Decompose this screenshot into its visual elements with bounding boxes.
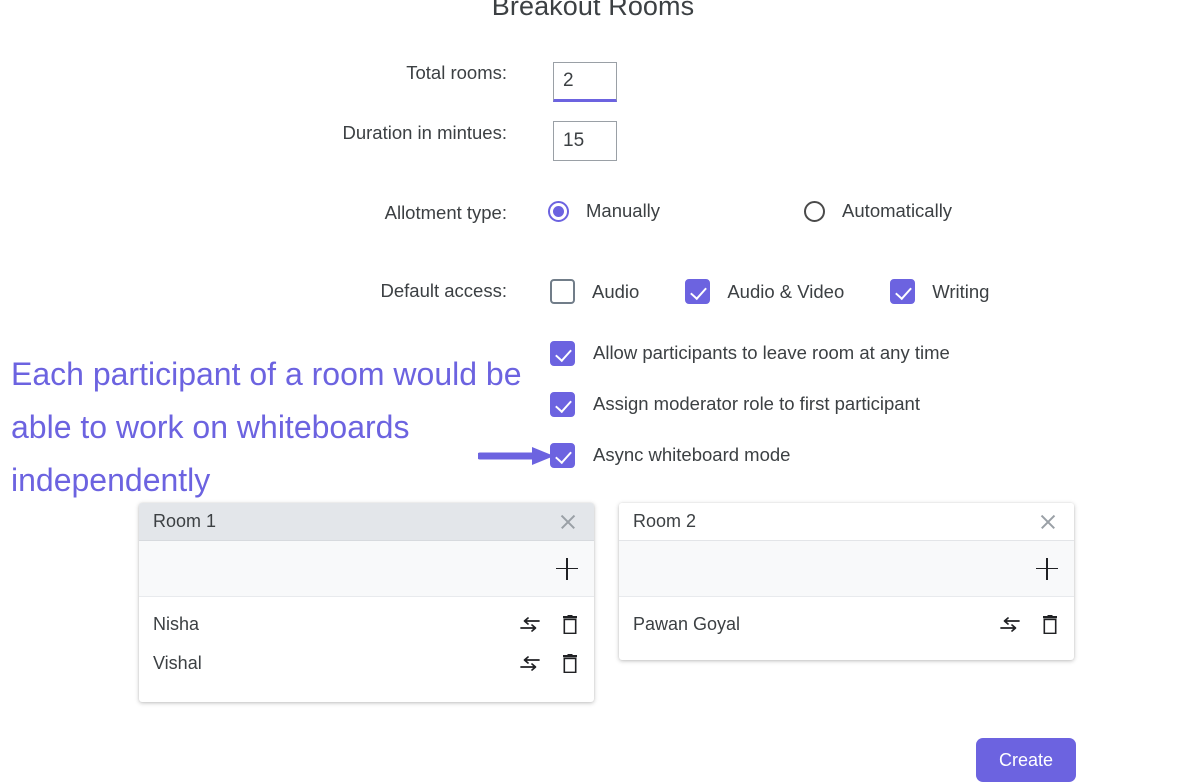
room-add-bar [139, 541, 594, 597]
option-allow-leave[interactable]: Allow participants to leave room at any … [550, 340, 950, 366]
option-assign-moderator-label: Assign moderator role to first participa… [593, 393, 920, 414]
page-title: Breakout Rooms [491, 0, 695, 21]
allotment-type-options: Manually Automatically [548, 200, 952, 222]
swap-icon[interactable] [520, 655, 540, 672]
radio-automatically[interactable]: Automatically [804, 200, 952, 222]
participant-actions [520, 654, 578, 673]
list-item: Pawan Goyal [619, 605, 1074, 644]
annotation-text: Each participant of a room would be able… [11, 356, 522, 498]
checkbox-audio-video-label: Audio & Video [727, 280, 845, 302]
room-options-list: Allow participants to leave room at any … [550, 340, 950, 493]
duration-label: Duration in mintues: [342, 122, 507, 143]
checkbox-writing-label: Writing [932, 280, 990, 302]
option-allow-leave-label: Allow participants to leave room at any … [593, 342, 950, 363]
list-item: Vishal [139, 644, 594, 683]
radio-selected-icon [548, 200, 569, 222]
default-access-options: Audio Audio & Video Writing [550, 279, 989, 304]
plus-icon[interactable] [556, 557, 578, 580]
checkbox-unchecked-icon [550, 279, 575, 304]
radio-manually-label: Manually [586, 200, 661, 221]
option-async-whiteboard-label: Async whiteboard mode [593, 444, 791, 465]
duration-row: Duration in mintues: [0, 122, 507, 146]
total-rooms-row: Total rooms: [0, 62, 507, 86]
room-card-header: Room 2 [619, 503, 1074, 541]
close-icon[interactable] [1038, 512, 1058, 532]
swap-icon[interactable] [520, 616, 540, 633]
checkbox-writing[interactable]: Writing [890, 279, 989, 304]
close-icon[interactable] [558, 512, 578, 532]
default-access-label: Default access: [380, 280, 507, 301]
room-participants-list: Pawan Goyal [619, 597, 1074, 644]
plus-icon[interactable] [1036, 557, 1058, 580]
total-rooms-label: Total rooms: [406, 62, 507, 83]
list-item: Nisha [139, 605, 594, 644]
allotment-type-label: Allotment type: [384, 202, 507, 223]
trash-icon[interactable] [1042, 615, 1058, 634]
participant-actions [1000, 615, 1058, 634]
participant-name: Nisha [153, 614, 200, 634]
participant-actions [520, 615, 578, 634]
radio-manually[interactable]: Manually [548, 200, 660, 222]
participant-name: Vishal [153, 653, 202, 673]
option-assign-moderator[interactable]: Assign moderator role to first participa… [550, 391, 950, 417]
annotation-arrow-icon [478, 447, 554, 465]
trash-icon[interactable] [562, 654, 578, 673]
allotment-type-row: Allotment type: [0, 202, 507, 226]
total-rooms-input[interactable] [553, 62, 617, 102]
default-access-row: Default access: [0, 280, 507, 304]
room-participants-list: Nisha Vishal [139, 597, 594, 683]
create-button[interactable]: Create [976, 738, 1076, 782]
radio-unselected-icon [804, 200, 826, 222]
room-card: Room 2 Pawan Goyal [619, 503, 1074, 660]
option-async-whiteboard[interactable]: Async whiteboard mode [550, 442, 950, 468]
checkbox-checked-icon [685, 279, 711, 304]
breakout-rooms-dialog: Breakout Rooms Total rooms: Duration in … [0, 0, 1186, 782]
room-card-header: Room 1 [139, 503, 594, 541]
trash-icon[interactable] [562, 615, 578, 634]
participant-name: Pawan Goyal [633, 614, 741, 634]
checkbox-checked-icon [890, 279, 916, 304]
radio-automatically-label: Automatically [842, 200, 953, 221]
room-card: Room 1 Nisha Vishal [139, 503, 594, 702]
checkbox-audio-label: Audio [592, 280, 640, 302]
checkbox-checked-icon [550, 391, 575, 417]
room-add-bar [619, 541, 1074, 597]
room-title: Room 2 [633, 511, 697, 531]
checkbox-checked-icon [550, 340, 575, 366]
checkbox-audio[interactable]: Audio [550, 279, 639, 304]
duration-input[interactable] [553, 121, 617, 161]
checkbox-audio-video[interactable]: Audio & Video [685, 279, 844, 304]
room-title: Room 1 [153, 511, 217, 531]
swap-icon[interactable] [1000, 616, 1020, 633]
